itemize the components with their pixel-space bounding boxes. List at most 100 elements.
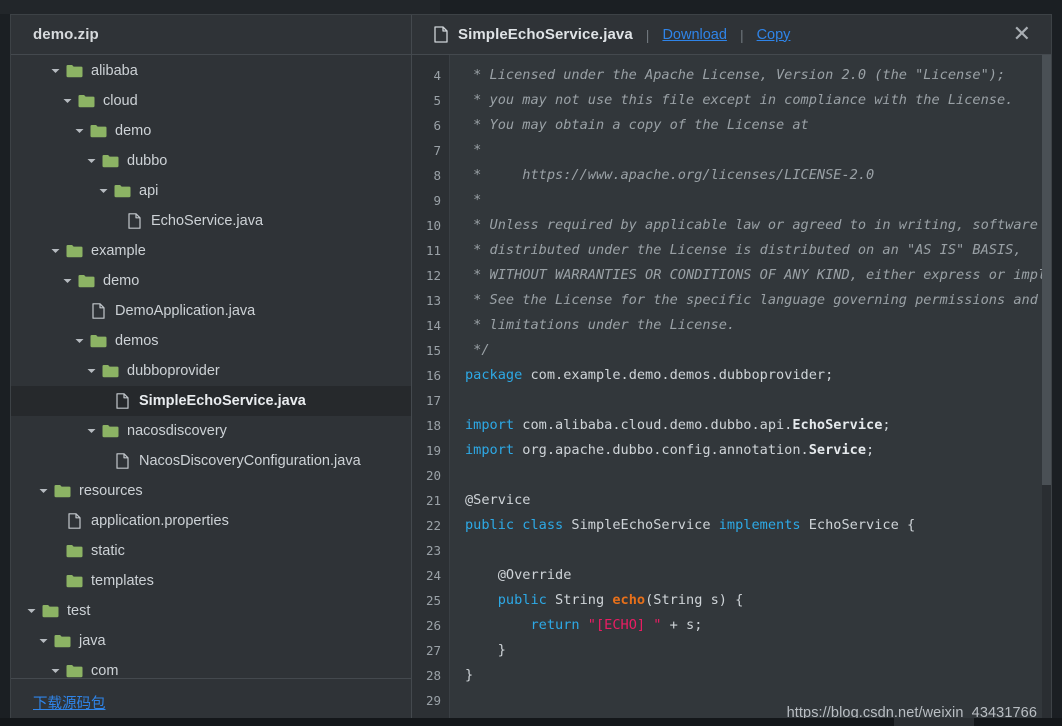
code-token-pln: String — [546, 592, 613, 608]
chevron-down-icon[interactable] — [61, 266, 74, 296]
chevron-down-icon[interactable] — [37, 626, 50, 656]
tree-folder-row[interactable]: api — [11, 176, 411, 206]
tree-folder-row[interactable]: alibaba — [11, 56, 411, 86]
folder-icon — [65, 56, 84, 86]
chevron-down-icon[interactable] — [49, 236, 62, 266]
chevron-down-icon[interactable] — [85, 416, 98, 446]
page-top-strip — [0, 0, 1062, 14]
line-number: 17 — [425, 393, 441, 408]
code-line: * you may not use this file except in co… — [465, 88, 1051, 113]
folder-icon — [53, 626, 72, 656]
copy-button[interactable]: Copy — [757, 27, 791, 43]
tree-folder-row[interactable]: example — [11, 236, 411, 266]
tree-node-label: alibaba — [91, 62, 138, 79]
line-number: 28 — [425, 668, 441, 683]
chevron-down-icon[interactable] — [61, 86, 74, 116]
folder-icon — [101, 356, 120, 386]
download-button[interactable]: Download — [662, 27, 727, 43]
tree-folder-row[interactable]: dubbo — [11, 146, 411, 176]
tree-folder-row[interactable]: dubboprovider — [11, 356, 411, 386]
line-number: 13 — [425, 293, 441, 308]
code-line: * Licensed under the Apache License, Ver… — [465, 63, 1051, 88]
code-scrollbar-track[interactable] — [1042, 55, 1051, 726]
chevron-placeholder — [97, 386, 110, 416]
tree-node-label: test — [67, 602, 91, 619]
code-token-com: * — [465, 142, 482, 158]
tree-folder-row[interactable]: demo — [11, 116, 411, 146]
code-token-pln: } — [465, 667, 474, 683]
code-token-str: "[ECHO] " — [587, 617, 662, 633]
tree-folder-row[interactable]: demo — [11, 266, 411, 296]
code-token-kw: public class — [465, 517, 564, 533]
code-token-kw: import — [465, 417, 515, 433]
chevron-down-icon[interactable] — [85, 146, 98, 176]
tree-node-label: demo — [115, 122, 152, 139]
tree-file-row[interactable]: SimpleEchoService.java — [11, 386, 411, 416]
chevron-placeholder — [49, 536, 62, 566]
code-line: package com.example.demo.demos.dubboprov… — [465, 363, 1051, 388]
tree-node-label: dubbo — [127, 152, 168, 169]
tree-file-row[interactable]: application.properties — [11, 506, 411, 536]
line-number: 16 — [425, 368, 441, 383]
chevron-down-icon[interactable] — [85, 356, 98, 386]
code-token-com: * WITHOUT WARRANTIES OR CONDITIONS OF AN… — [465, 267, 1051, 283]
file-tree[interactable]: alibaba cloud demo dubbo api EchoService.java… — [11, 55, 411, 678]
tree-folder-row[interactable]: demos — [11, 326, 411, 356]
line-number: 26 — [425, 618, 441, 633]
tree-folder-row[interactable]: com — [11, 656, 411, 678]
code-token-pln: (String s) { — [645, 592, 744, 608]
chevron-down-icon[interactable] — [73, 326, 86, 356]
code-token-com: */ — [465, 342, 490, 358]
code-line: * WITHOUT WARRANTIES OR CONDITIONS OF AN… — [465, 263, 1051, 288]
toolbar-separator-2: | — [739, 26, 744, 43]
folder-icon — [65, 236, 84, 266]
code-token-com: * Licensed under the Apache License, Ver… — [465, 67, 1006, 83]
tree-file-row[interactable]: NacosDiscoveryConfiguration.java — [11, 446, 411, 476]
chevron-down-icon[interactable] — [49, 56, 62, 86]
code-token-com: * you may not use this file except in co… — [465, 92, 1014, 108]
line-number: 6 — [433, 118, 441, 133]
tree-node-label: dubboprovider — [127, 362, 220, 379]
tree-node-label: demos — [115, 332, 159, 349]
download-source-link[interactable]: 下载源码包 — [33, 692, 106, 713]
code-scrollbar-thumb[interactable] — [1042, 55, 1051, 485]
tree-file-row[interactable]: DemoApplication.java — [11, 296, 411, 326]
folder-icon — [53, 476, 72, 506]
tree-folder-row[interactable]: nacosdiscovery — [11, 416, 411, 446]
chevron-down-icon[interactable] — [97, 176, 110, 206]
code-token-com: * https://www.apache.org/licenses/LICENS… — [465, 167, 875, 183]
code-token-pln: SimpleEchoService — [563, 517, 719, 533]
code-line: import com.alibaba.cloud.demo.dubbo.api.… — [465, 413, 1051, 438]
tree-folder-row[interactable]: java — [11, 626, 411, 656]
file-tree-panel: demo.zip alibaba cloud demo dubbo api EchoSer… — [11, 15, 412, 726]
folder-icon — [65, 536, 84, 566]
code-line: * limitations under the License. — [465, 313, 1051, 338]
file-icon — [125, 206, 144, 236]
chevron-down-icon[interactable] — [73, 116, 86, 146]
close-icon[interactable]: ✕ — [1007, 22, 1037, 48]
chevron-down-icon[interactable] — [37, 476, 50, 506]
tree-folder-row[interactable]: resources — [11, 476, 411, 506]
code-line: */ — [465, 338, 1051, 363]
page-bottom-strip-nub — [894, 718, 974, 726]
chevron-down-icon[interactable] — [49, 656, 62, 678]
tree-folder-row[interactable]: test — [11, 596, 411, 626]
page-top-strip-segment — [0, 0, 440, 14]
line-number: 20 — [425, 468, 441, 483]
line-number: 23 — [425, 543, 441, 558]
line-number: 24 — [425, 568, 441, 583]
tree-folder-row[interactable]: templates — [11, 566, 411, 596]
tree-node-label: example — [91, 242, 146, 259]
chevron-down-icon[interactable] — [25, 596, 38, 626]
code-content[interactable]: * Licensed under the Apache License, Ver… — [450, 55, 1051, 726]
folder-icon — [77, 86, 96, 116]
code-line: @Service — [465, 488, 1051, 513]
code-token-typ: EchoService — [792, 417, 883, 433]
code-token-pln: org.apache.dubbo.config.annotation. — [514, 442, 809, 458]
tree-folder-row[interactable]: cloud — [11, 86, 411, 116]
tree-file-row[interactable]: EchoService.java — [11, 206, 411, 236]
code-line: return "[ECHO] " + s; — [465, 613, 1051, 638]
tree-folder-row[interactable]: static — [11, 536, 411, 566]
code-token-pln: ; — [866, 442, 875, 458]
